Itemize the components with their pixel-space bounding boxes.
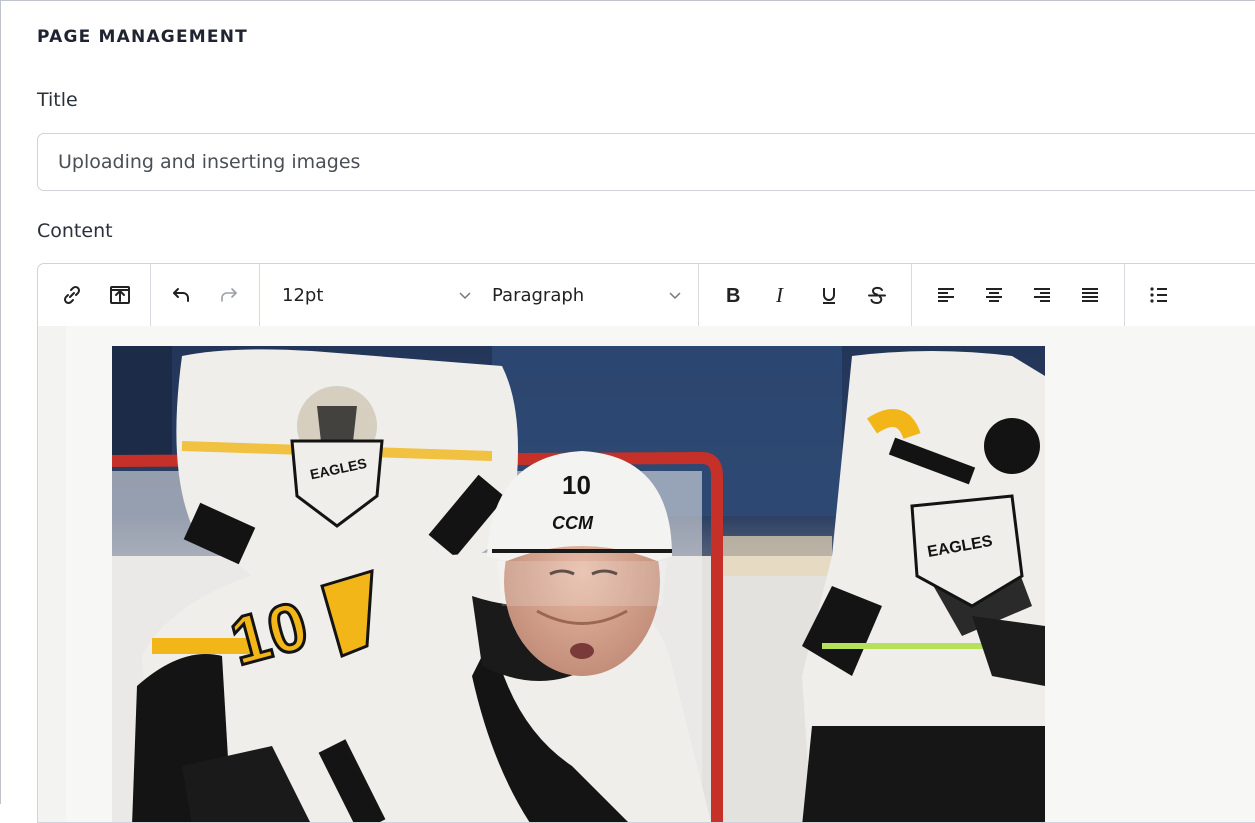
undo-icon[interactable] xyxy=(161,275,201,315)
align-center-icon[interactable] xyxy=(974,275,1014,315)
helmet-number-text: 10 xyxy=(562,470,591,500)
align-justify-icon[interactable] xyxy=(1070,275,1110,315)
toolbar-group-insert xyxy=(38,264,151,326)
redo-icon[interactable] xyxy=(209,275,249,315)
block-format-value: Paragraph xyxy=(492,284,585,306)
rich-text-editor: 12pt Paragraph B I 10 CCM 10 EAGLES EAGL… xyxy=(37,263,1255,823)
upload-image-icon[interactable] xyxy=(100,275,140,315)
chevron-down-icon xyxy=(459,292,471,300)
toolbar-group-history xyxy=(151,264,260,326)
chevron-down-icon xyxy=(669,292,681,300)
bold-icon[interactable]: B xyxy=(713,275,753,315)
toolbar-group-format: 12pt Paragraph xyxy=(260,264,699,326)
strikethrough-icon[interactable] xyxy=(857,275,897,315)
font-size-select[interactable]: 12pt xyxy=(260,275,482,315)
toolbar-group-alignment xyxy=(912,264,1125,326)
toolbar-group-text-style: B I xyxy=(699,264,912,326)
italic-icon[interactable]: I xyxy=(761,275,801,315)
link-icon[interactable] xyxy=(52,275,92,315)
font-size-value: 12pt xyxy=(282,284,324,306)
block-format-select[interactable]: Paragraph xyxy=(482,275,692,315)
hockey-player-image: 10 CCM 10 EAGLES EAGLES xyxy=(112,346,1045,822)
align-left-icon[interactable] xyxy=(926,275,966,315)
title-input[interactable] xyxy=(37,133,1255,191)
section-title: PAGE MANAGEMENT xyxy=(37,27,248,47)
svg-text:B: B xyxy=(726,285,740,306)
content-label: Content xyxy=(37,220,113,242)
bullet-list-icon[interactable] xyxy=(1139,275,1179,315)
toolbar-group-lists xyxy=(1125,264,1189,326)
title-label: Title xyxy=(37,89,78,111)
helmet-brand-text: CCM xyxy=(552,513,594,533)
editor-content-area[interactable]: 10 CCM 10 EAGLES EAGLES xyxy=(38,326,1255,822)
inserted-hockey-photo[interactable]: 10 CCM 10 EAGLES EAGLES xyxy=(112,346,1045,822)
editor-toolbar: 12pt Paragraph B I xyxy=(38,264,1255,327)
page-management-panel: PAGE MANAGEMENT Title Content xyxy=(0,0,1255,823)
underline-icon[interactable] xyxy=(809,275,849,315)
svg-text:I: I xyxy=(775,284,784,306)
align-right-icon[interactable] xyxy=(1022,275,1062,315)
